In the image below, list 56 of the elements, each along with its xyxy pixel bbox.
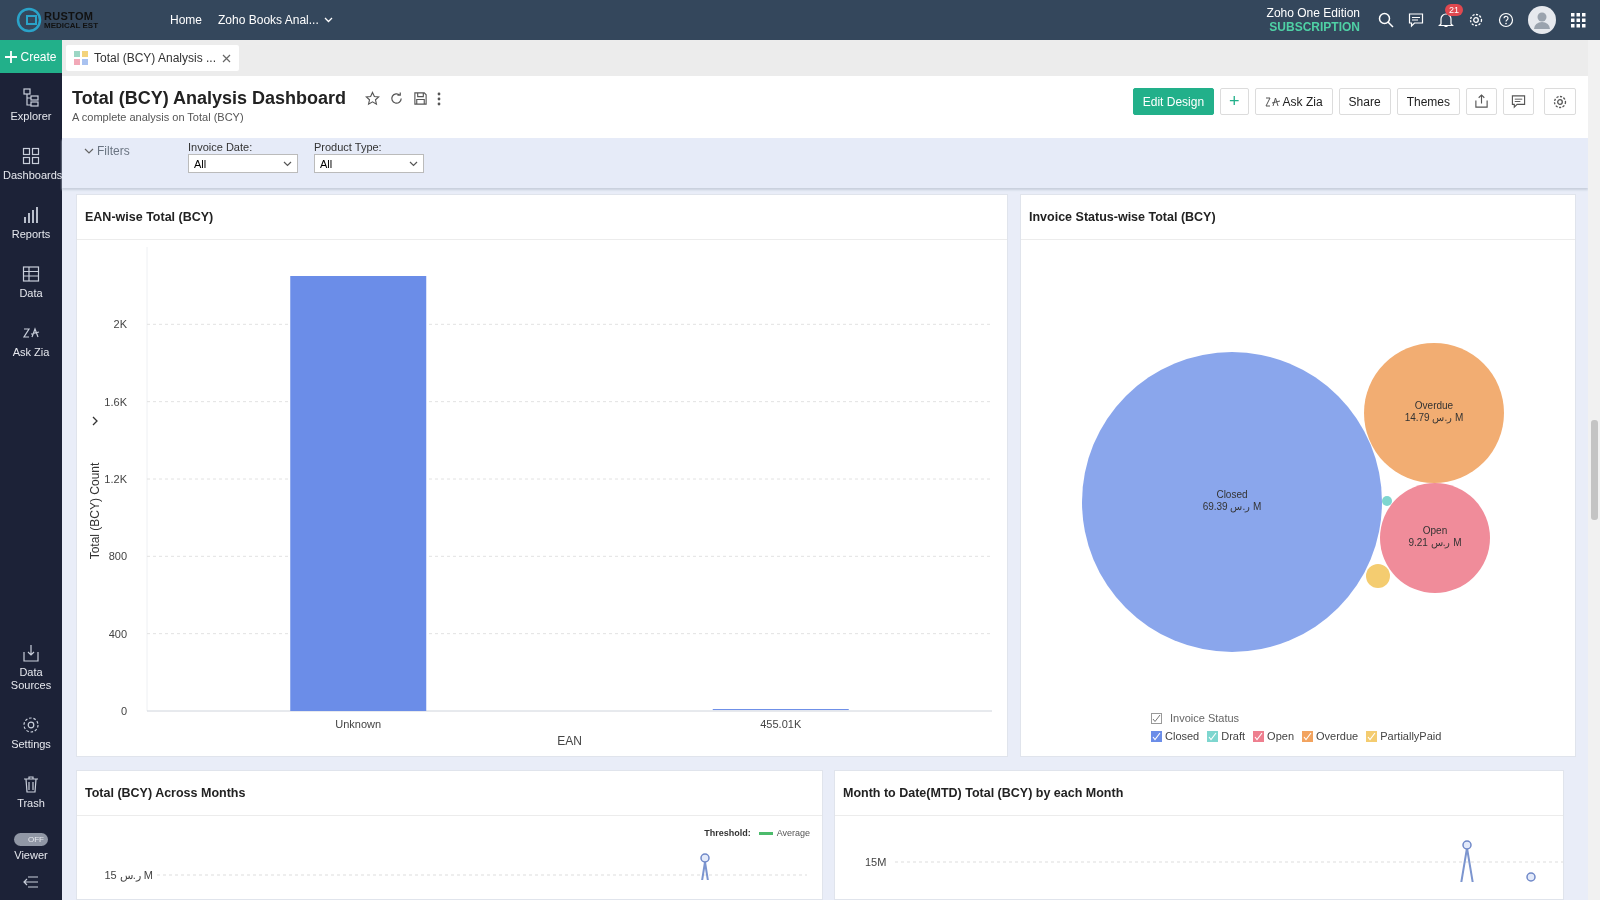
filter-label: Product Type: — [314, 141, 383, 153]
edition-label: Zoho One Edition — [1266, 6, 1360, 20]
filters-toggle[interactable]: Filters — [84, 144, 164, 158]
tab-label: Total (BCY) Analysis ... — [94, 51, 217, 65]
bubble-value: 14.79 ر.س M — [1404, 412, 1464, 423]
toolbar-button[interactable]: Share — [1338, 88, 1391, 115]
filter-label: Invoice Date: — [188, 141, 254, 153]
notification-badge: 21 — [1445, 4, 1463, 16]
axis-tick-label: 2K — [113, 318, 127, 331]
axis-tick-label: 15 ر.س M — [103, 868, 154, 882]
bubble-value: 69.39 ر.س M — [1202, 501, 1262, 512]
chart-title: Total (BCY) Across Months — [85, 786, 246, 800]
legend-item[interactable]: Open — [1253, 730, 1294, 742]
legend-title: Invoice Status — [1170, 712, 1240, 724]
axis-title: Total (BCY) Count — [88, 462, 102, 560]
axis-tick-label: 800 — [108, 550, 127, 563]
filter-dropdown[interactable]: All — [314, 154, 424, 173]
legend-item[interactable]: Closed — [1151, 730, 1200, 742]
threshold-name: Average — [776, 828, 810, 838]
sidebar-item[interactable]: Data Sources — [0, 639, 62, 696]
dashboard-subtitle: A complete analysis on Total (BCY) — [72, 111, 245, 123]
axis-tick-label: 1.2K — [104, 473, 127, 485]
dashboard-tab[interactable]: Total (BCY) Analysis ... — [66, 45, 240, 71]
chart-title: Month to Date(MTD) Total (BCY) by each Month — [843, 786, 1124, 800]
axis-tick-label: 0 — [120, 705, 127, 717]
axis-title: EAN — [557, 734, 582, 748]
legend-item[interactable]: Overdue — [1302, 730, 1359, 742]
sidebar-item[interactable]: Data — [0, 260, 62, 304]
subscription-link[interactable]: SUBSCRIPTION — [1269, 20, 1360, 34]
sidebar-item[interactable]: Trash — [0, 770, 62, 814]
nav-link[interactable]: Zoho Books Anal... — [218, 13, 333, 27]
ask-zia-button[interactable]: Ask Zia — [1254, 88, 1333, 115]
axis-tick-label: 400 — [108, 627, 127, 640]
legend-item[interactable]: PartiallyPaid — [1366, 730, 1442, 742]
sidebar-item[interactable]: Reports — [0, 201, 62, 245]
bubble-label: Overdue — [1414, 400, 1454, 411]
legend-item[interactable]: Draft — [1207, 730, 1246, 742]
axis-tick-label: 455.01K — [760, 718, 802, 730]
sidebar-item[interactable]: Dashboards — [0, 142, 62, 186]
viewer-label: Viewer — [14, 849, 48, 862]
dashboard-title: Total (BCY) Analysis Dashboard — [72, 88, 347, 109]
threshold-label: Threshold: — [704, 828, 751, 838]
nav-link[interactable]: Home — [170, 13, 202, 27]
bubble-label: Closed — [1216, 489, 1248, 500]
toolbar-button[interactable]: Themes — [1396, 88, 1460, 115]
bubble-label: Open — [1422, 525, 1448, 536]
chart-title: Invoice Status-wise Total (BCY) — [1029, 210, 1216, 224]
sidebar-item[interactable]: Settings — [0, 711, 62, 755]
axis-tick-label: 15M — [865, 856, 887, 868]
filter-dropdown[interactable]: All — [188, 154, 298, 173]
axis-tick-label: Unknown — [335, 718, 382, 730]
sidebar-item[interactable]: Ask Zia — [0, 319, 62, 363]
chart-title: EAN-wise Total (BCY) — [85, 210, 214, 224]
axis-tick-label: 1.6K — [104, 395, 127, 408]
bubble-value: 9.21 ر.س M — [1408, 537, 1462, 548]
sidebar-item[interactable]: Explorer — [0, 83, 62, 127]
